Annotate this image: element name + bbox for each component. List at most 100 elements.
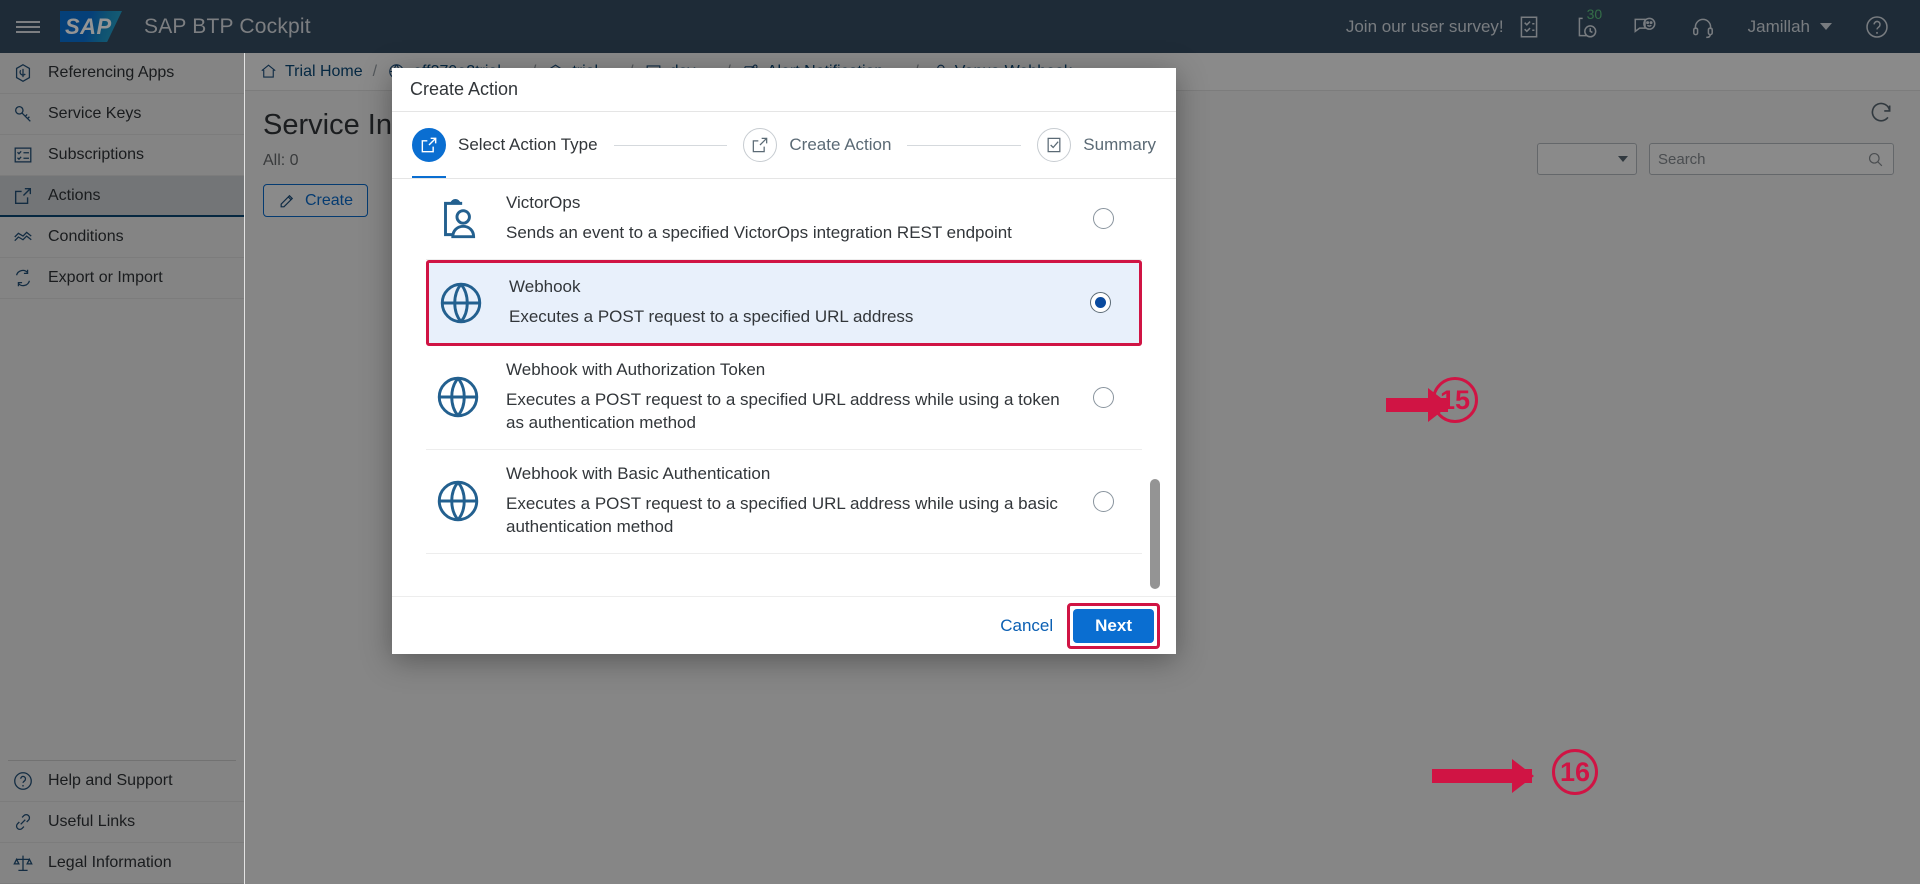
search-icon	[1866, 150, 1885, 169]
support-headset-icon	[1690, 14, 1716, 40]
option-name: Webhook with Authorization Token	[506, 359, 766, 379]
key-icon	[12, 103, 34, 125]
sidebar-item-export-or-import[interactable]: Export or Import	[0, 258, 244, 299]
support-headset-button[interactable]	[1674, 0, 1732, 53]
breadcrumb-item-trial-home[interactable]: Trial Home	[259, 62, 363, 81]
create-action-icon	[743, 128, 778, 162]
sidebar-item-referencing-apps[interactable]: Referencing Apps	[0, 53, 244, 94]
user-survey-label: Join our user survey!	[1345, 16, 1504, 36]
help-icon	[1864, 14, 1890, 40]
wizard-step-create-action[interactable]: Create Action	[743, 128, 891, 162]
trial-days-badge: 30	[1586, 5, 1603, 22]
option-description: Executes a POST request to a specified U…	[506, 389, 1060, 432]
referencing-apps-icon	[12, 62, 34, 84]
option-name: Webhook with Basic Authentication	[506, 463, 771, 483]
sidebar-label: Conditions	[48, 228, 124, 245]
help-button[interactable]	[1848, 0, 1906, 53]
wizard-step-label: Select Action Type	[458, 135, 598, 154]
sidebar: Referencing Apps Service Keys Subscripti…	[0, 53, 245, 884]
sidebar-item-actions[interactable]: Actions	[0, 176, 244, 217]
feedback-button[interactable]	[1616, 0, 1674, 53]
sidebar-label: Help and Support	[48, 772, 173, 789]
toolbar-right: Search	[1537, 143, 1894, 175]
breadcrumb-label: Trial Home	[285, 62, 363, 80]
sidebar-label: Actions	[48, 186, 101, 204]
header-actions: Join our user survey! 30 Jamillah	[1330, 0, 1920, 53]
sidebar-item-service-keys[interactable]: Service Keys	[0, 94, 244, 135]
option-text: Webhook with Basic Authentication Execut…	[506, 464, 1073, 539]
wizard-steps: Select Action Type Create Action Summary	[392, 112, 1176, 162]
sidebar-bottom-items: Help and Support Useful Links Legal Info…	[0, 760, 244, 884]
action-type-option-webhook-basic-authentication[interactable]: Webhook with Basic Authentication Execut…	[426, 449, 1142, 554]
option-text: Webhook Executes a POST request to a spe…	[509, 277, 1070, 329]
option-description: Executes a POST request to a specified U…	[506, 493, 1058, 536]
sidebar-item-legal-information[interactable]: Legal Information	[0, 843, 244, 884]
create-button-label: Create	[305, 191, 354, 209]
edit-icon	[278, 191, 297, 210]
actions-icon	[12, 185, 34, 207]
option-name: Webhook	[509, 276, 581, 296]
dialog-header: Create Action	[392, 68, 1176, 112]
dialog-footer: Cancel Next	[392, 596, 1176, 654]
option-text: VictorOps Sends an event to a specified …	[506, 193, 1073, 245]
sidebar-label: Subscriptions	[48, 146, 145, 163]
victorops-clipboard-person-icon	[430, 194, 486, 244]
trial-countdown-button[interactable]: 30	[1558, 0, 1616, 53]
subscriptions-icon	[12, 144, 34, 166]
sidebar-item-help-and-support[interactable]: Help and Support	[0, 761, 244, 802]
option-description: Executes a POST request to a specified U…	[509, 306, 914, 326]
app-root: SAP SAP BTP Cockpit Join our user survey…	[0, 0, 1920, 884]
sidebar-item-conditions[interactable]: Conditions	[0, 217, 244, 258]
user-survey-link[interactable]: Join our user survey!	[1330, 0, 1558, 53]
option-name: VictorOps	[506, 193, 581, 212]
sidebar-item-subscriptions[interactable]: Subscriptions	[0, 135, 244, 176]
globe-icon	[433, 278, 489, 328]
globe-icon	[430, 476, 486, 526]
sidebar-label: Useful Links	[48, 813, 136, 830]
action-type-option-victorops[interactable]: VictorOps Sends an event to a specified …	[426, 179, 1142, 260]
sidebar-label: Legal Information	[48, 854, 172, 871]
chevron-down-icon	[1820, 23, 1832, 30]
sidebar-main-items: Referencing Apps Service Keys Subscripti…	[0, 53, 244, 299]
breadcrumb-separator: /	[372, 62, 378, 80]
help-icon	[12, 770, 34, 792]
survey-icon	[1516, 14, 1542, 40]
dialog-title: Create Action	[410, 79, 519, 99]
action-type-option-webhook[interactable]: Webhook Executes a POST request to a spe…	[426, 259, 1142, 346]
create-action-dialog: Create Action Select Action Type Create …	[392, 68, 1176, 654]
summary-check-icon	[1037, 128, 1072, 162]
sidebar-item-useful-links[interactable]: Useful Links	[0, 802, 244, 843]
option-radio-webhook-basic-authentication[interactable]	[1093, 490, 1114, 512]
wizard-step-label: Create Action	[789, 135, 892, 154]
app-title: SAP BTP Cockpit	[144, 14, 311, 38]
wizard-step-summary[interactable]: Summary	[1037, 128, 1156, 162]
chevron-down-icon	[1618, 156, 1628, 162]
search-input[interactable]: Search	[1649, 143, 1894, 175]
sap-logo: SAP	[60, 11, 122, 42]
user-name: Jamillah	[1747, 16, 1810, 36]
conditions-icon	[12, 226, 34, 248]
action-type-list-inner: VictorOps Sends an event to a specified …	[426, 179, 1142, 586]
top-header: SAP SAP BTP Cockpit Join our user survey…	[0, 0, 1920, 53]
action-type-option-webhook-authorization-token[interactable]: Webhook with Authorization Token Execute…	[426, 345, 1142, 450]
home-icon	[259, 62, 278, 81]
option-radio-webhook[interactable]	[1090, 292, 1111, 314]
globe-icon	[430, 372, 486, 422]
next-button[interactable]: Next	[1073, 608, 1154, 643]
list-scrollbar[interactable]	[1150, 479, 1160, 589]
filter-select[interactable]	[1537, 143, 1637, 175]
wizard-connector	[907, 144, 1022, 146]
user-menu[interactable]: Jamillah	[1732, 0, 1848, 53]
option-radio-webhook-authorization-token[interactable]	[1093, 386, 1114, 408]
option-radio-victorops[interactable]	[1093, 208, 1114, 230]
create-button[interactable]: Create	[263, 184, 369, 217]
cancel-button[interactable]: Cancel	[1000, 616, 1053, 636]
wizard-step-select-action-type[interactable]: Select Action Type	[412, 128, 598, 162]
sidebar-label: Referencing Apps	[48, 64, 175, 81]
action-type-list: VictorOps Sends an event to a specified …	[392, 179, 1176, 596]
trial-countdown-icon: 30	[1574, 7, 1602, 40]
wizard-connector	[613, 144, 728, 146]
menu-icon[interactable]	[0, 0, 56, 53]
refresh-icon[interactable]	[1868, 99, 1894, 125]
option-description: Sends an event to a specified VictorOps …	[506, 223, 1012, 242]
